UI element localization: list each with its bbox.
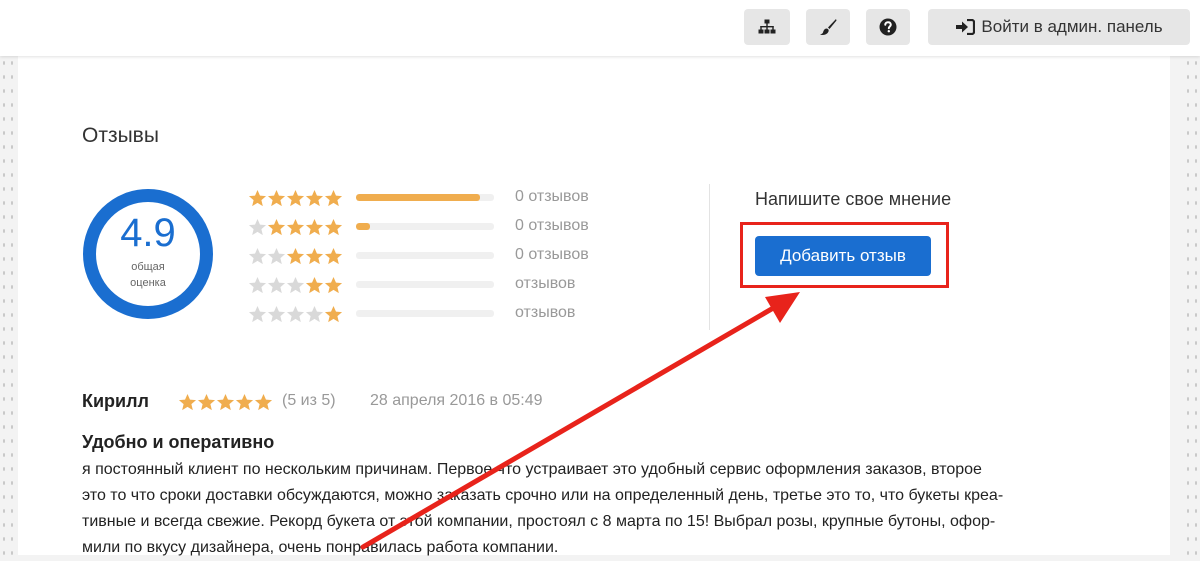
brush-button[interactable] (806, 9, 850, 45)
star-filled-icon (216, 393, 235, 411)
rating-row-count: 0 отзывов (515, 217, 589, 234)
star-empty-icon (248, 276, 267, 294)
star-filled-icon (305, 247, 324, 265)
star-filled-icon (254, 393, 273, 411)
star-filled-icon (178, 393, 197, 411)
star-filled-icon (286, 189, 305, 207)
review-stars (178, 393, 276, 411)
star-empty-icon (267, 276, 286, 294)
rating-row-stars (248, 189, 348, 207)
rating-row-count: 0 отзывов (515, 188, 589, 205)
review-date: 28 апреля 2016 в 05:49 (370, 392, 543, 409)
rating-row-count: отзывов (515, 304, 576, 321)
star-filled-icon (197, 393, 216, 411)
rating-row-bar (356, 223, 494, 230)
review-line: тивные и всегда свежие. Рекорд букета от… (82, 513, 996, 530)
star-filled-icon (324, 218, 343, 236)
star-empty-icon (286, 276, 305, 294)
admin-login-button[interactable]: Войти в админ. панель (928, 9, 1190, 45)
top-bar: Войти в админ. панель (0, 0, 1200, 56)
rating-row-bar (356, 310, 494, 317)
rating-row-count: отзывов (515, 275, 576, 292)
star-empty-icon (267, 305, 286, 323)
rating-row-bar (356, 194, 494, 201)
star-filled-icon (267, 218, 286, 236)
help-button[interactable] (866, 9, 910, 45)
star-filled-icon (305, 276, 324, 294)
sitemap-button[interactable] (744, 9, 790, 45)
left-dotted-strip (0, 56, 18, 555)
star-filled-icon (324, 276, 343, 294)
right-dotted-strip (1184, 56, 1200, 555)
vertical-divider (709, 184, 710, 330)
sitemap-icon (758, 19, 776, 34)
reviews-title: Отзывы (82, 124, 159, 147)
star-empty-icon (248, 218, 267, 236)
rating-row-bar (356, 252, 494, 259)
review-line: я постоянный клиент по нескольким причин… (82, 461, 982, 478)
rating-row-bar-fill (356, 194, 481, 201)
highlight-box (740, 222, 949, 288)
overall-score-label-text: общая оценка (130, 261, 166, 289)
review-author: Кирилл (82, 391, 149, 411)
star-empty-icon (286, 305, 305, 323)
star-filled-icon (324, 305, 343, 323)
reviews-panel: Отзывы 4.9 общая оценка 0 отзывов 0 отзыв… (18, 56, 1170, 556)
star-filled-icon (324, 189, 343, 207)
star-empty-icon (267, 247, 286, 265)
sign-in-icon (956, 19, 976, 35)
star-filled-icon (267, 189, 286, 207)
rating-row-bar-fill (356, 223, 370, 230)
review-line: мили по вкусу дизайнера, очень понравила… (82, 539, 559, 556)
rating-row-stars (248, 305, 348, 323)
rating-row-stars (248, 218, 348, 236)
review-text: я постоянный клиент по нескольким причин… (82, 457, 1092, 561)
brush-icon (820, 19, 837, 35)
star-empty-icon (248, 247, 267, 265)
overall-score-label: общая оценка (83, 259, 213, 291)
opinion-prompt: Напишите свое мнение (755, 189, 952, 209)
review-title: Удобно и оперативно (82, 432, 275, 452)
star-empty-icon (305, 305, 324, 323)
star-filled-icon (324, 247, 343, 265)
rating-row-bar (356, 281, 494, 288)
star-filled-icon (235, 393, 254, 411)
star-filled-icon (305, 218, 324, 236)
star-filled-icon (248, 189, 267, 207)
question-icon (879, 18, 897, 36)
rating-row-stars (248, 247, 348, 265)
rating-row-count: 0 отзывов (515, 246, 589, 263)
star-empty-icon (248, 305, 267, 323)
star-filled-icon (305, 189, 324, 207)
star-filled-icon (286, 218, 305, 236)
rating-row-stars (248, 276, 348, 294)
review-line: это то что сроки доставки обсуждаются, м… (82, 487, 1004, 504)
overall-score: 4.9 (120, 211, 176, 255)
admin-login-label: Войти в админ. панель (981, 17, 1163, 36)
review-rating-text: (5 из 5) (282, 392, 336, 409)
star-filled-icon (286, 247, 305, 265)
